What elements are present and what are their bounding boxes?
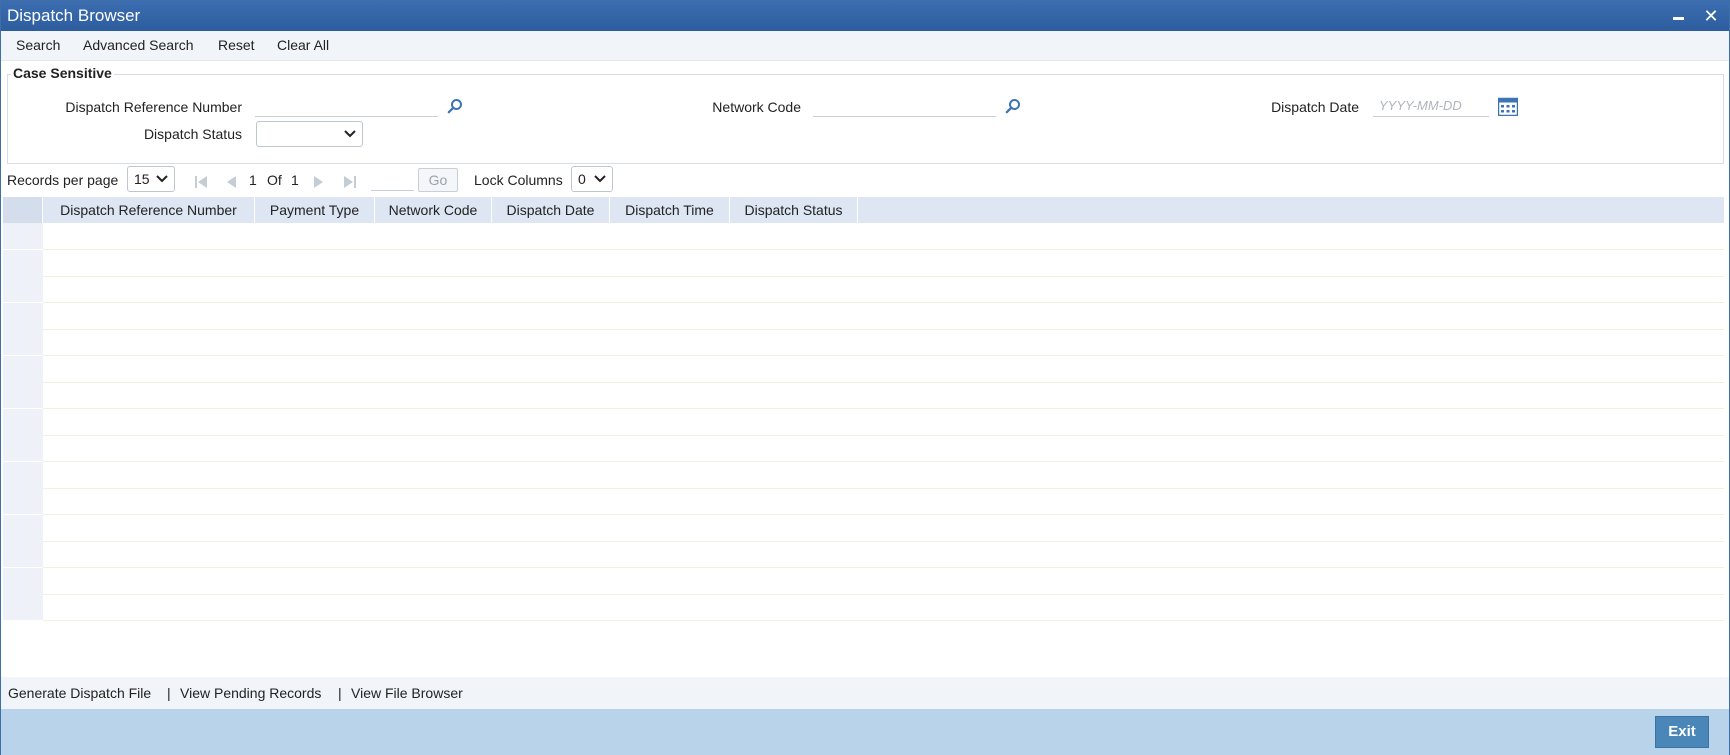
column-header[interactable]: Dispatch Date [492, 197, 610, 223]
row-select-cell[interactable] [3, 435, 43, 462]
of-label: Of [267, 172, 282, 188]
row-select-cell[interactable] [3, 409, 43, 436]
row-select-cell[interactable] [3, 488, 43, 515]
table-row [43, 514, 1724, 515]
go-to-page-input[interactable] [371, 169, 414, 191]
link-separator: | [167, 685, 171, 701]
dispatch-status-select[interactable] [256, 121, 363, 147]
row-select-cell[interactable] [3, 462, 43, 489]
view-pending-records-link[interactable]: View Pending Records [180, 685, 321, 701]
row-select-cell[interactable] [3, 594, 43, 621]
search-criteria-panel [7, 74, 1724, 164]
dispatch-reference-number-label: Dispatch Reference Number [65, 99, 242, 115]
column-header[interactable]: Dispatch Time [610, 197, 730, 223]
row-select-cell[interactable] [3, 303, 43, 330]
table-row [43, 594, 1724, 595]
table-row [43, 249, 1724, 250]
chevron-down-icon [594, 175, 606, 183]
previous-page-icon[interactable] [224, 175, 238, 189]
results-table-header: Dispatch Reference Number Payment Type N… [3, 197, 1724, 223]
row-select-cell[interactable] [3, 329, 43, 356]
chevron-down-icon [156, 175, 168, 183]
exit-button[interactable]: Exit [1655, 716, 1709, 748]
last-page-icon[interactable] [343, 175, 357, 189]
view-file-browser-link[interactable]: View File Browser [351, 685, 463, 701]
records-per-page-label: Records per page [7, 172, 119, 188]
chevron-down-icon [344, 130, 356, 138]
row-select-cell[interactable] [3, 568, 43, 595]
link-separator: | [338, 685, 342, 701]
records-per-page-select[interactable]: 15 [127, 166, 175, 192]
toolbar: Search Advanced Search Reset Clear All [1, 31, 1729, 61]
calendar-icon[interactable] [1498, 97, 1518, 116]
reset-button[interactable]: Reset [218, 37, 255, 53]
row-select-cell[interactable] [3, 541, 43, 568]
row-select-cell[interactable] [3, 356, 43, 383]
column-header[interactable]: Dispatch Reference Number [43, 197, 255, 223]
advanced-search-button[interactable]: Advanced Search [83, 37, 194, 53]
records-per-page-value: 15 [134, 171, 150, 187]
generate-dispatch-file-link[interactable]: Generate Dispatch File [8, 685, 151, 701]
network-code-label: Network Code [712, 99, 801, 115]
next-page-icon[interactable] [312, 175, 326, 189]
table-row [43, 541, 1724, 542]
row-select-header[interactable] [3, 197, 43, 223]
table-row [43, 329, 1724, 330]
dispatch-status-label: Dispatch Status [143, 126, 242, 142]
row-select-cell[interactable] [3, 515, 43, 542]
bottom-bar [1, 709, 1729, 755]
table-row [43, 567, 1724, 568]
window-title: Dispatch Browser [7, 6, 141, 25]
row-select-cell[interactable] [3, 223, 43, 250]
dispatch-date-label: Dispatch Date [1271, 99, 1359, 115]
column-header[interactable]: Payment Type [255, 197, 375, 223]
clear-all-button[interactable]: Clear All [277, 37, 329, 53]
go-button[interactable]: Go [418, 168, 458, 192]
table-row [43, 435, 1724, 436]
close-icon[interactable]: ✕ [1699, 4, 1723, 28]
table-row [43, 488, 1724, 489]
network-code-input[interactable] [813, 95, 996, 117]
lock-columns-value: 0 [578, 171, 586, 187]
row-select-cell[interactable] [3, 382, 43, 409]
search-lookup-icon[interactable] [1005, 98, 1021, 114]
search-button[interactable]: Search [16, 37, 60, 53]
current-page: 1 [249, 172, 257, 188]
pagination-bar: Records per page 15 1 Of 1 Go Lock Colum… [1, 166, 1729, 196]
title-bar: Dispatch Browser ✕ [1, 1, 1729, 31]
dispatch-browser-window: Dispatch Browser ✕ Search Advanced Searc… [0, 0, 1730, 755]
minimize-icon[interactable] [1667, 4, 1691, 28]
table-row [43, 355, 1724, 356]
dispatch-reference-number-input[interactable] [255, 95, 438, 117]
row-select-cell[interactable] [3, 276, 43, 303]
case-sensitive-legend: Case Sensitive [11, 65, 114, 81]
table-row [43, 302, 1724, 303]
total-pages: 1 [291, 172, 299, 188]
table-row [43, 276, 1724, 277]
lock-columns-select[interactable]: 0 [571, 166, 613, 192]
search-lookup-icon[interactable] [447, 98, 463, 114]
first-page-icon[interactable] [194, 175, 208, 189]
table-row [43, 408, 1724, 409]
column-header[interactable]: Dispatch Status [730, 197, 858, 223]
table-row [43, 461, 1724, 462]
table-row [43, 382, 1724, 383]
action-links-bar: Generate Dispatch File | View Pending Re… [1, 677, 1729, 709]
table-row [43, 620, 1724, 621]
lock-columns-label: Lock Columns [474, 172, 563, 188]
dispatch-date-input[interactable] [1373, 95, 1489, 117]
row-select-cell[interactable] [3, 250, 43, 277]
column-header[interactable]: Network Code [375, 197, 492, 223]
